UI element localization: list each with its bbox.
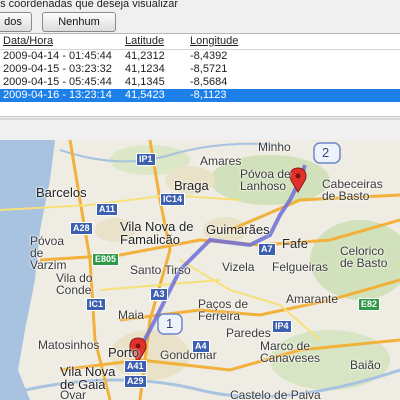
cell-latitude: 41,1234	[125, 63, 165, 75]
map-label: Guimarães	[206, 222, 270, 237]
map-label: Paços de Ferreira	[198, 297, 249, 323]
road-shield: IC1	[86, 298, 107, 311]
column-header-latitude[interactable]: Latitude	[125, 35, 164, 47]
cluster-count-2: 2	[322, 145, 330, 160]
cell-latitude: 41,1345	[125, 76, 165, 88]
map-label: Celorico de Basto	[340, 244, 388, 270]
table-row[interactable]: 2009-04-14 - 01:45:44 41,2312 -8,4392	[0, 50, 400, 63]
instruction-text: as coordenadas que deseja visualizar	[0, 0, 179, 10]
cell-latitude: 41,5423	[125, 89, 165, 101]
cluster-count-1: 1	[166, 316, 174, 331]
map-label: Baião	[350, 358, 381, 372]
map-label: Matosinhos	[38, 338, 100, 352]
road-shield: IC14	[160, 193, 186, 206]
select-all-button[interactable]: dos	[0, 12, 32, 32]
road-shield: A3	[150, 288, 168, 301]
horizontal-scrollbar[interactable]	[0, 118, 400, 120]
map-label: Vila Nova de Famalicão	[120, 219, 194, 247]
road-shield: A28	[70, 222, 93, 235]
map-label: Vizela	[222, 260, 255, 274]
map-label: Barcelos	[36, 185, 87, 200]
cell-datetime: 2009-04-15 - 05:45:44	[3, 76, 112, 88]
road-shield: A4	[192, 340, 210, 353]
cell-longitude: -8,5721	[190, 63, 228, 75]
road-shield: A11	[96, 203, 119, 216]
cell-datetime: 2009-04-16 - 13:23:14	[3, 89, 112, 101]
map-label: Paredes	[226, 326, 271, 340]
map-view[interactable]: 1 2 Minho Amares Póvoa de Lanhoso Cabece…	[0, 140, 400, 400]
cell-longitude: -8,1123	[190, 89, 227, 101]
road-shield: IP4	[272, 320, 292, 333]
coordinates-table: Data/Hora Latitude Longitude 2009-04-14 …	[0, 33, 400, 117]
map-label: Castelo de Paiva	[230, 388, 321, 400]
table-header: Data/Hora Latitude Longitude	[0, 34, 400, 50]
road-shield: IP1	[136, 153, 156, 166]
table-row-selected[interactable]: 2009-04-16 - 13:23:14 41,5423 -8,1123	[0, 89, 400, 102]
road-shield: E82	[358, 298, 381, 311]
map-label: Cabeceiras de Basto	[322, 177, 383, 203]
map-label: Felgueiras	[272, 260, 329, 274]
column-header-longitude[interactable]: Longitude	[190, 35, 238, 47]
road-shield: A29	[124, 375, 147, 388]
cell-latitude: 41,2312	[125, 50, 165, 62]
coordinates-panel: as coordenadas que deseja visualizar dos…	[0, 0, 400, 135]
cell-datetime: 2009-04-15 - 03:23:32	[3, 63, 112, 75]
table-row[interactable]: 2009-04-15 - 03:23:32 41,1234 -8,5721	[0, 63, 400, 76]
select-none-button[interactable]: Nenhum	[42, 12, 116, 32]
map-label: Póvoa de Lanhoso	[240, 167, 291, 193]
cell-longitude: -8,5684	[190, 76, 228, 88]
map-label: Ovar	[60, 388, 87, 400]
cell-datetime: 2009-04-14 - 01:45:44	[3, 50, 112, 62]
map-label: Póvoa de Varzim	[30, 234, 67, 272]
map-label: Minho	[258, 140, 291, 154]
map-label: Braga	[174, 178, 209, 193]
table-row[interactable]: 2009-04-15 - 05:45:44 41,1345 -8,5684	[0, 76, 400, 89]
column-header-datetime[interactable]: Data/Hora	[3, 35, 53, 47]
road-shield: A41	[124, 360, 147, 373]
map-label: Amares	[200, 154, 242, 168]
cell-longitude: -8,4392	[190, 50, 228, 62]
map-label: Marco de Canaveses	[260, 339, 321, 365]
map-label: Santo Tirso	[130, 263, 191, 277]
map-label: Maia	[118, 308, 145, 322]
map-label: Amarante	[286, 292, 339, 306]
map-label: Porto	[108, 345, 140, 360]
road-shield: E805	[92, 253, 120, 266]
map-label: Fafe	[282, 236, 309, 251]
road-shield: A7	[258, 243, 276, 256]
map-label: Vila do Conde	[56, 271, 93, 297]
